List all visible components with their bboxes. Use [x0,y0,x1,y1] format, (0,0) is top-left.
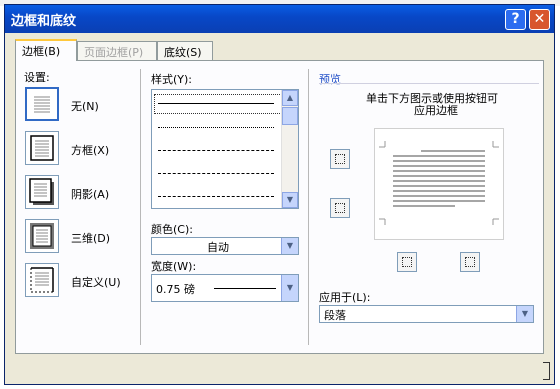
button-bar [5,354,554,384]
settings-heading: 设置: [24,71,50,84]
setting-box-icon[interactable] [25,131,59,165]
dialog-title: 边框和底纹 [11,14,77,29]
preview-diagram[interactable] [374,128,504,240]
setting-none-icon[interactable] [25,87,59,121]
truncated-button[interactable] [543,362,550,380]
column-divider [140,69,141,345]
scroll-down-icon[interactable]: ▼ [282,192,298,208]
setting-shadow-icon[interactable] [25,175,59,209]
line-solid[interactable] [158,103,274,104]
scroll-up-icon[interactable]: ▲ [282,90,298,106]
setting-custom-label[interactable]: 自定义(U) [71,274,121,290]
setting-3d-icon[interactable] [25,219,59,253]
line-style-scrollbar[interactable]: ▲ ▼ [281,90,298,208]
style-heading: 样式(Y): [151,73,193,86]
color-value: 自动 [207,241,229,254]
color-label: 颜色(C): [151,223,193,236]
width-label: 宽度(W): [151,260,197,273]
left-border-button[interactable] [397,252,417,272]
width-line-sample [214,288,276,289]
column-divider [308,69,309,345]
setting-custom-icon[interactable] [25,263,59,297]
selected-line-item[interactable] [154,94,282,114]
apply-to-label: 应用于(L): [319,291,371,304]
line-dash-dot[interactable] [158,196,274,197]
title-bar: 边框和底纹 ? ✕ [5,5,554,33]
tab-borders[interactable]: 边框(B) [15,39,77,61]
tab-panel: 设置: 无(N) 方框(X) 阴影(A) 三维(D) 自定义(U) 样式(Y): [15,60,544,354]
top-border-button[interactable] [330,149,350,169]
line-dashed[interactable] [158,173,274,174]
chevron-down-icon[interactable]: ▼ [281,275,298,301]
line-dotted[interactable] [158,127,274,128]
line-style-list[interactable]: ▲ ▼ [151,89,299,209]
tab-shading[interactable]: 底纹(S) [157,41,213,61]
chevron-down-icon[interactable]: ▼ [516,306,533,322]
scroll-thumb[interactable] [282,107,298,125]
setting-shadow-label[interactable]: 阴影(A) [71,186,109,202]
preview-heading: 预览 [319,73,341,86]
line-dashed-short[interactable] [158,150,274,151]
apply-to-select[interactable]: 段落 ▼ [319,305,534,323]
preview-hint-2: 应用边框 [414,104,458,117]
color-select[interactable]: 自动 ▼ [151,237,299,255]
tab-page-border[interactable]: 页面边框(P) [77,41,157,61]
width-value: 0.75 磅 [156,283,195,296]
preview-divider [319,83,539,84]
right-border-button[interactable] [460,252,480,272]
setting-none-label[interactable]: 无(N) [71,98,99,114]
help-button[interactable]: ? [505,9,526,30]
close-button[interactable]: ✕ [529,9,550,30]
setting-box-label[interactable]: 方框(X) [71,142,109,158]
apply-to-value: 段落 [324,309,346,322]
chevron-down-icon[interactable]: ▼ [281,238,298,254]
width-select[interactable]: 0.75 磅 ▼ [151,274,299,302]
dialog-window: 边框和底纹 ? ✕ 边框(B) 页面边框(P) 底纹(S) 设置: 无(N) 方… [4,4,555,385]
bottom-border-button[interactable] [330,198,350,218]
setting-3d-label[interactable]: 三维(D) [71,230,110,246]
